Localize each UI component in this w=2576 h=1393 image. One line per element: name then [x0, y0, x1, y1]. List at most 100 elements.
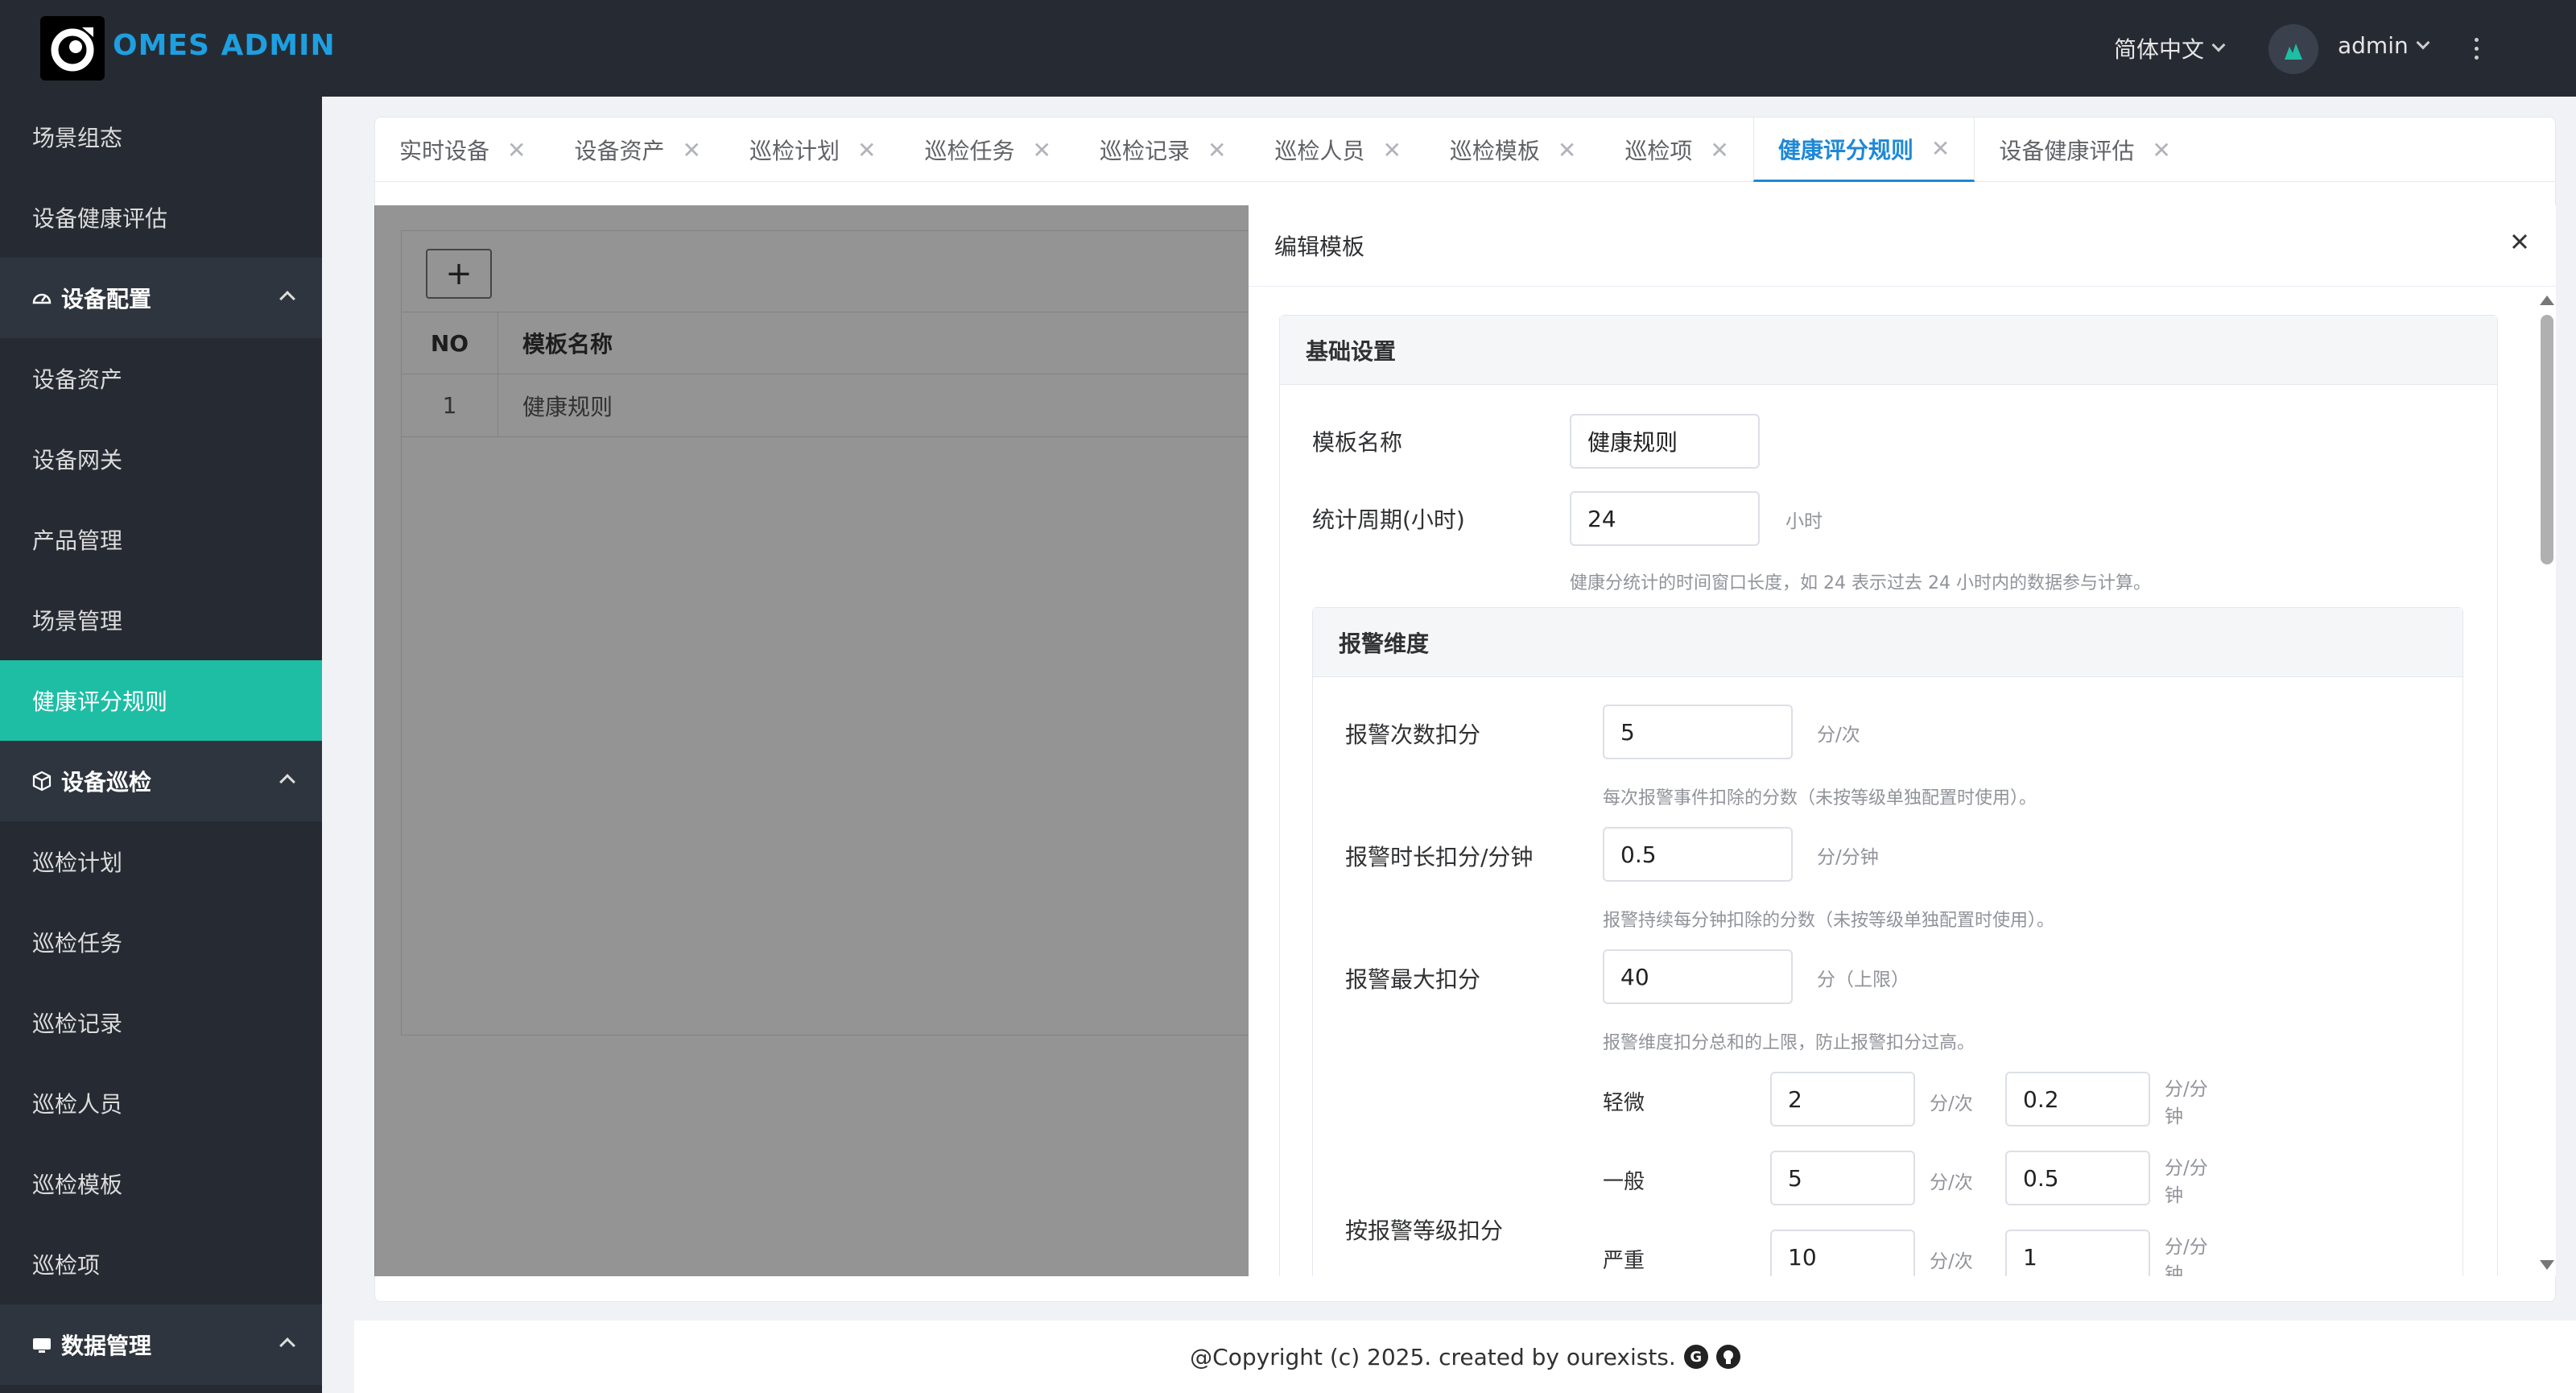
sidebar-item-health-eval[interactable]: 设备健康评估 — [0, 177, 322, 258]
sidebar-item-inspection-item[interactable]: 巡检项 — [0, 1224, 322, 1304]
tab-health-rule[interactable]: 健康评分规则 ✕ — [1752, 118, 1975, 182]
tab-health-eval[interactable]: 设备健康评估 ✕ — [1975, 118, 2194, 182]
user-menu[interactable]: admin — [2338, 32, 2430, 59]
tab-device-asset[interactable]: 设备资产 ✕ — [550, 118, 724, 182]
sidebar-item-inspection-task[interactable]: 巡检任务 — [0, 902, 322, 982]
level-minute-unit: 钟 — [2165, 1106, 2183, 1127]
close-icon[interactable] — [2506, 228, 2533, 255]
alarm-max-input[interactable]: 40 — [1603, 949, 1793, 1004]
level-minute-unit: 钟 — [2165, 1264, 2183, 1276]
level-minute-input[interactable]: 0.5 — [2005, 1151, 2150, 1205]
level-minute-unit: 分/分 — [2165, 1158, 2208, 1179]
sidebar-item-inspection-plan[interactable]: 巡检计划 — [0, 821, 322, 902]
edit-template-drawer: 编辑模板 基础设置 模板名称 健康规则 统计周期(小时) 24 小时 健康分统计… — [1249, 205, 2556, 1276]
period-input[interactable]: 24 — [1570, 491, 1760, 546]
level-name: 一般 — [1603, 1170, 1645, 1194]
tab-realtime-device[interactable]: 实时设备 ✕ — [375, 118, 550, 182]
tab-inspection-record[interactable]: 巡检记录 ✕ — [1075, 118, 1250, 182]
close-icon[interactable]: ✕ — [1558, 137, 1576, 163]
close-icon[interactable]: ✕ — [1382, 137, 1401, 163]
tab-inspection-item[interactable]: 巡检项 ✕ — [1600, 118, 1752, 182]
scrollbar[interactable] — [2537, 296, 2556, 1270]
sidebar-item-scene-manage[interactable]: 场景管理 — [0, 580, 322, 660]
app-title: OMES ADMIN — [113, 29, 336, 62]
tab-inspection-staff[interactable]: 巡检人员 ✕ — [1250, 118, 1425, 182]
language-label: 简体中文 — [2114, 36, 2205, 63]
close-icon[interactable]: ✕ — [1032, 137, 1051, 163]
tab-inspection-template[interactable]: 巡检模板 ✕ — [1426, 118, 1600, 182]
sidebar-item-inspection-staff[interactable]: 巡检人员 — [0, 1063, 322, 1143]
username-label: admin — [2338, 32, 2409, 59]
copyright-text: @Copyright (c) 2025. created by ourexist… — [1190, 1343, 1676, 1370]
alarm-count-label: 报警次数扣分 — [1345, 721, 1481, 748]
level-count-input[interactable]: 10 — [1770, 1230, 1915, 1276]
close-icon[interactable]: ✕ — [1710, 137, 1728, 163]
box-icon — [32, 771, 52, 792]
sidebar-group-inspection[interactable]: 设备巡检 — [0, 741, 322, 821]
sidebar-item-inspection-template[interactable]: 巡检模板 — [0, 1143, 322, 1224]
chevron-down-icon — [2211, 38, 2226, 52]
alarm-count-hint: 每次报警事件扣除的分数（未按等级单独配置时使用）。 — [1603, 788, 2037, 808]
scroll-down-icon[interactable] — [2540, 1260, 2554, 1270]
alarm-count-input[interactable]: 5 — [1603, 705, 1793, 759]
avatar[interactable] — [2268, 24, 2318, 74]
alarm-duration-input[interactable]: 0.5 — [1603, 827, 1793, 882]
level-name: 严重 — [1603, 1249, 1645, 1273]
sidebar-item-scene-config[interactable]: 场景组态 — [0, 97, 322, 177]
level-count-input[interactable]: 2 — [1770, 1072, 1915, 1126]
chevron-up-icon — [279, 1337, 295, 1354]
divider — [1249, 286, 2556, 287]
alarm-duration-label: 报警时长扣分/分钟 — [1345, 844, 1534, 870]
level-minute-input[interactable]: 1 — [2005, 1230, 2150, 1276]
alarm-dimension-section: 报警维度 报警次数扣分 5 分/次 每次报警事件扣除的分数（未按等级单独配置时使… — [1312, 607, 2463, 1276]
sidebar: 场景组态 设备健康评估 设备配置 设备资产 设备网关 产品管理 场景管理 健康评… — [0, 97, 322, 1393]
alarm-max-unit: 分（上限） — [1817, 969, 1909, 990]
sidebar-item-device-gateway[interactable]: 设备网关 — [0, 419, 322, 499]
close-icon[interactable]: ✕ — [2152, 137, 2170, 163]
gauge-icon — [32, 293, 52, 304]
sidebar-group-device-config[interactable]: 设备配置 — [0, 258, 322, 338]
github-icon[interactable] — [1715, 1345, 1740, 1369]
close-icon[interactable]: ✕ — [1208, 137, 1226, 163]
language-selector[interactable]: 简体中文 — [2114, 32, 2226, 64]
level-count-unit: 分/次 — [1930, 1093, 1973, 1114]
chevron-up-icon — [279, 774, 295, 790]
close-icon[interactable]: ✕ — [857, 137, 876, 163]
close-icon[interactable]: ✕ — [683, 137, 701, 163]
subsection-title: 报警维度 — [1313, 608, 2462, 677]
drawer-title: 编辑模板 — [1274, 234, 1365, 260]
alarm-max-label: 报警最大扣分 — [1345, 966, 1481, 993]
section-title: 基础设置 — [1280, 316, 2497, 385]
more-vertical-icon[interactable] — [2467, 31, 2486, 66]
level-minute-input[interactable]: 0.2 — [2005, 1072, 2150, 1126]
sidebar-item-product[interactable]: 产品管理 — [0, 499, 322, 580]
alarm-duration-unit: 分/分钟 — [1817, 847, 1879, 868]
sidebar-item-health-rule[interactable]: 健康评分规则 — [0, 660, 322, 741]
alarm-max-hint: 报警维度扣分总和的上限，防止报警扣分过高。 — [1603, 1033, 1975, 1053]
alarm-duration-hint: 报警持续每分钟扣除的分数（未按等级单独配置时使用）。 — [1603, 911, 2055, 931]
sidebar-group-data-manage[interactable]: 数据管理 — [0, 1304, 322, 1385]
sidebar-item-inspection-record[interactable]: 巡检记录 — [0, 982, 322, 1063]
scroll-thumb[interactable] — [2541, 315, 2553, 564]
level-count-unit: 分/次 — [1930, 1251, 1973, 1272]
level-minute-unit: 分/分 — [2165, 1079, 2208, 1100]
sidebar-item-device-asset[interactable]: 设备资产 — [0, 338, 322, 419]
level-count-input[interactable]: 5 — [1770, 1151, 1915, 1205]
alarm-count-unit: 分/次 — [1817, 725, 1860, 746]
scroll-up-icon[interactable] — [2540, 296, 2554, 305]
level-name: 轻微 — [1603, 1091, 1645, 1115]
tab-inspection-task[interactable]: 巡检任务 ✕ — [900, 118, 1075, 182]
close-icon[interactable]: ✕ — [507, 137, 526, 163]
close-icon[interactable]: ✕ — [1931, 135, 1950, 162]
drawer-mask[interactable] — [374, 205, 1249, 1276]
gitee-icon[interactable]: G — [1683, 1345, 1708, 1369]
period-unit: 小时 — [1785, 511, 1823, 532]
template-name-input[interactable]: 健康规则 — [1570, 414, 1760, 469]
period-hint: 健康分统计的时间窗口长度，如 24 表示过去 24 小时内的数据参与计算。 — [1570, 573, 2151, 593]
tab-inspection-plan[interactable]: 巡检计划 ✕ — [725, 118, 900, 182]
top-header: OMES ADMIN 简体中文 admin — [0, 0, 2576, 97]
level-minute-unit: 分/分 — [2165, 1237, 2208, 1258]
level-count-unit: 分/次 — [1930, 1172, 1973, 1193]
period-label: 统计周期(小时) — [1312, 506, 1465, 533]
level-minute-unit: 钟 — [2165, 1185, 2183, 1206]
